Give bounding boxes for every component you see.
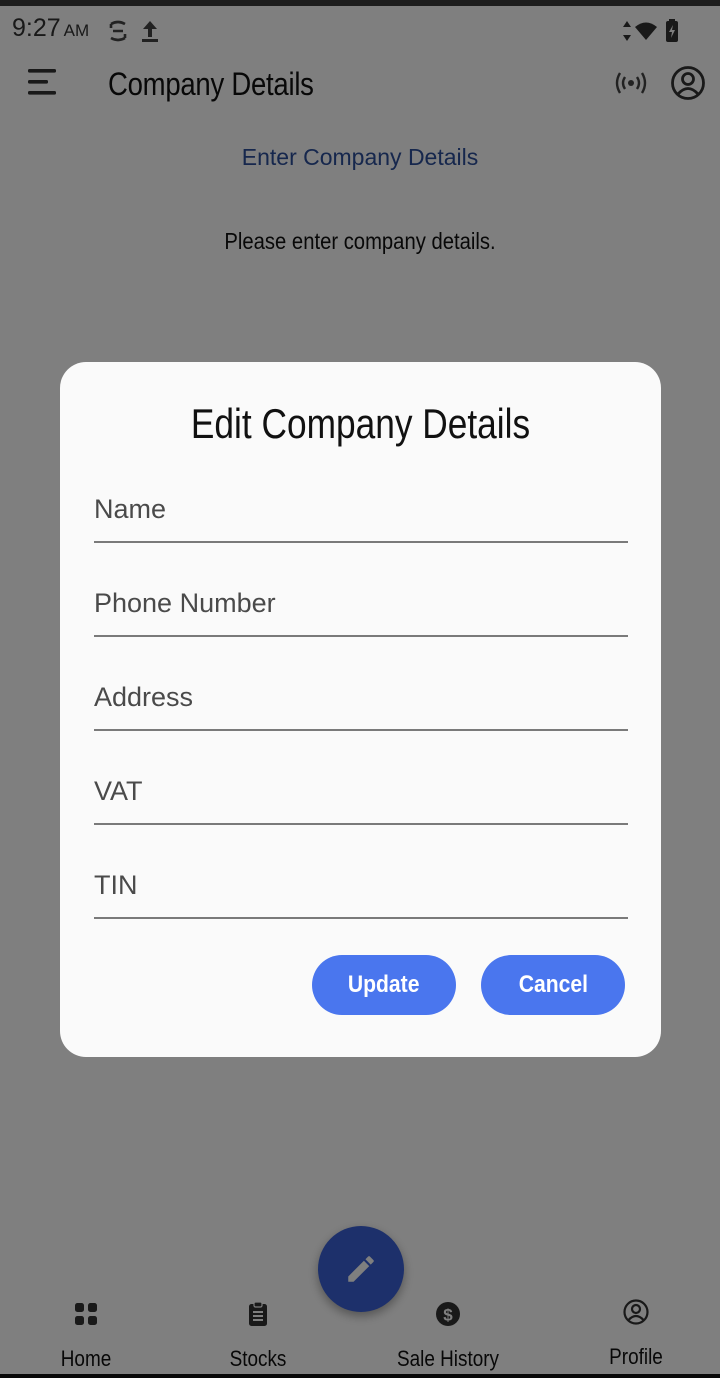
update-button-label: Update [348, 971, 420, 998]
dialog-title: Edit Company Details [190, 400, 531, 447]
vat-field[interactable] [94, 755, 628, 825]
tin-input[interactable] [94, 861, 628, 909]
vat-input[interactable] [94, 767, 628, 815]
edit-company-dialog: Edit Company Details Update Cancel [60, 362, 661, 1057]
phone-number-input[interactable] [94, 579, 628, 627]
cancel-button[interactable]: Cancel [481, 955, 625, 1015]
update-button[interactable]: Update [312, 955, 456, 1015]
address-input[interactable] [94, 673, 628, 721]
cancel-button-label: Cancel [518, 971, 588, 998]
address-field[interactable] [94, 661, 628, 731]
phone-number-field[interactable] [94, 567, 628, 637]
name-input[interactable] [94, 485, 628, 533]
name-field[interactable] [94, 473, 628, 543]
tin-field[interactable] [94, 849, 628, 919]
